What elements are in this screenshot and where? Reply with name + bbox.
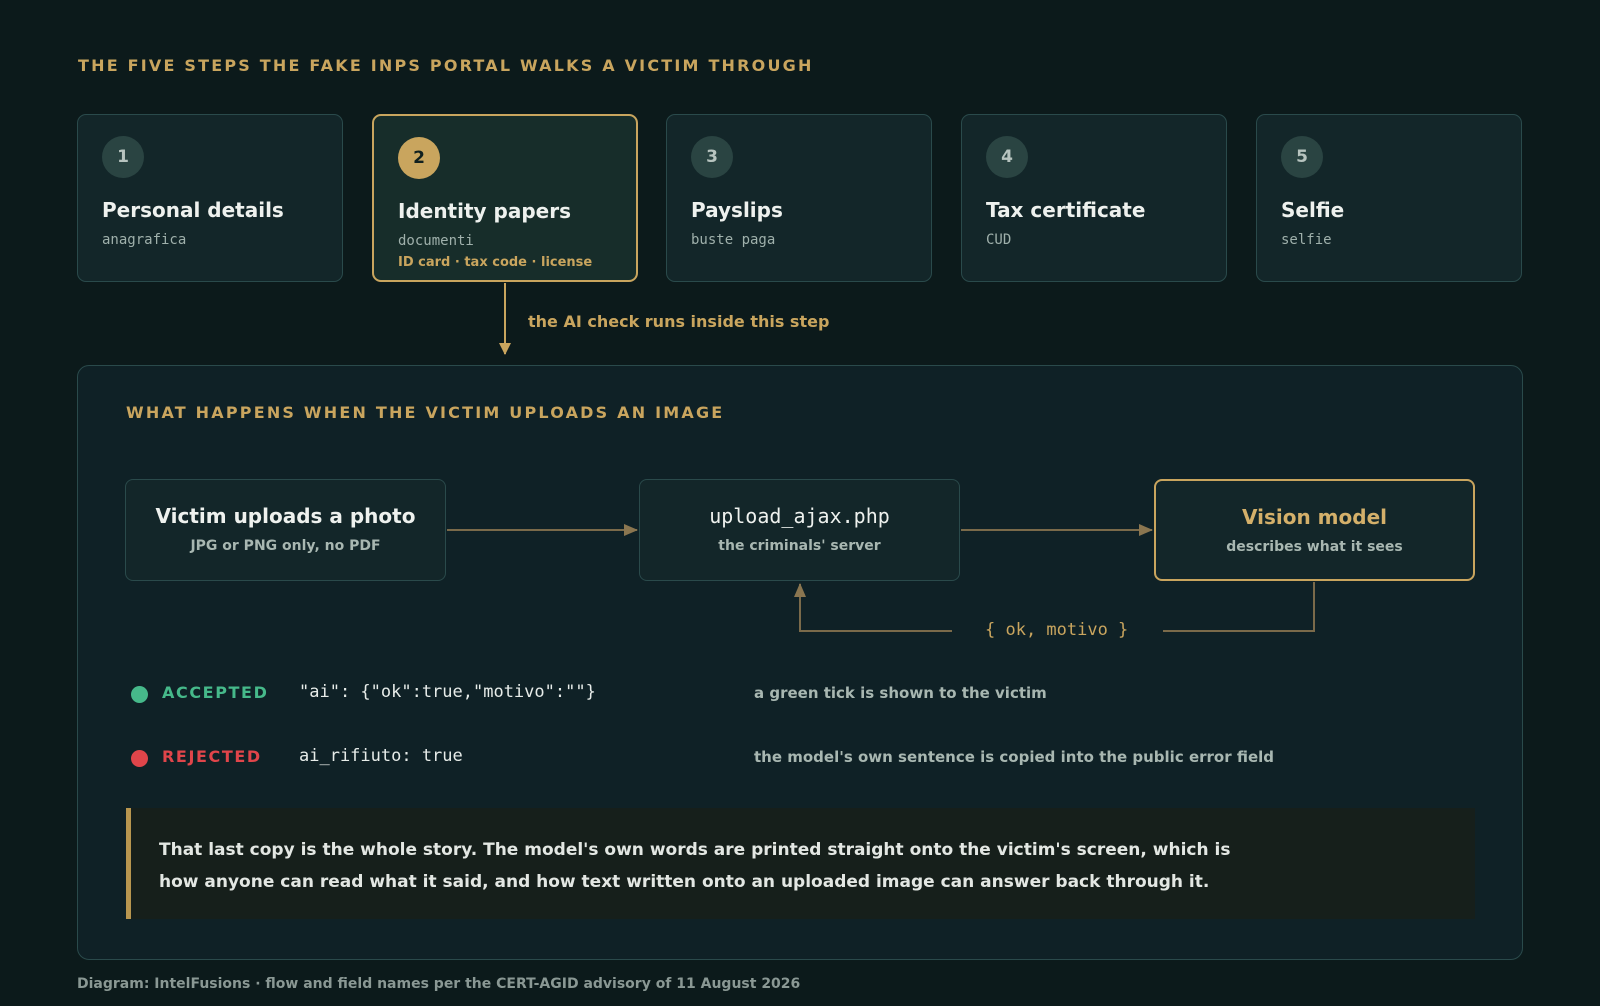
diagram-credit: Diagram: IntelFusions · flow and field n… [77, 976, 801, 992]
result-code: ai_rifiuto: true [299, 746, 463, 766]
callout-line: That last copy is the whole story. The m… [159, 840, 1231, 860]
rejected-status-dot [131, 750, 148, 767]
return-to-server-arrow [794, 583, 952, 632]
model-return-line [1163, 582, 1315, 632]
return-payload-label: { ok, motivo } [985, 620, 1129, 640]
result-label: REJECTED [162, 747, 262, 766]
result-description: the model's own sentence is copied into … [754, 748, 1275, 766]
result-code: "ai": {"ok":true,"motivo":""} [299, 682, 596, 702]
result-label: ACCEPTED [162, 683, 269, 702]
summary-callout: That last copy is the whole story. The m… [126, 808, 1475, 919]
callout-line: how anyone can read what it said, and ho… [159, 872, 1210, 892]
accepted-status-dot [131, 686, 148, 703]
result-description: a green tick is shown to the victim [754, 684, 1047, 702]
